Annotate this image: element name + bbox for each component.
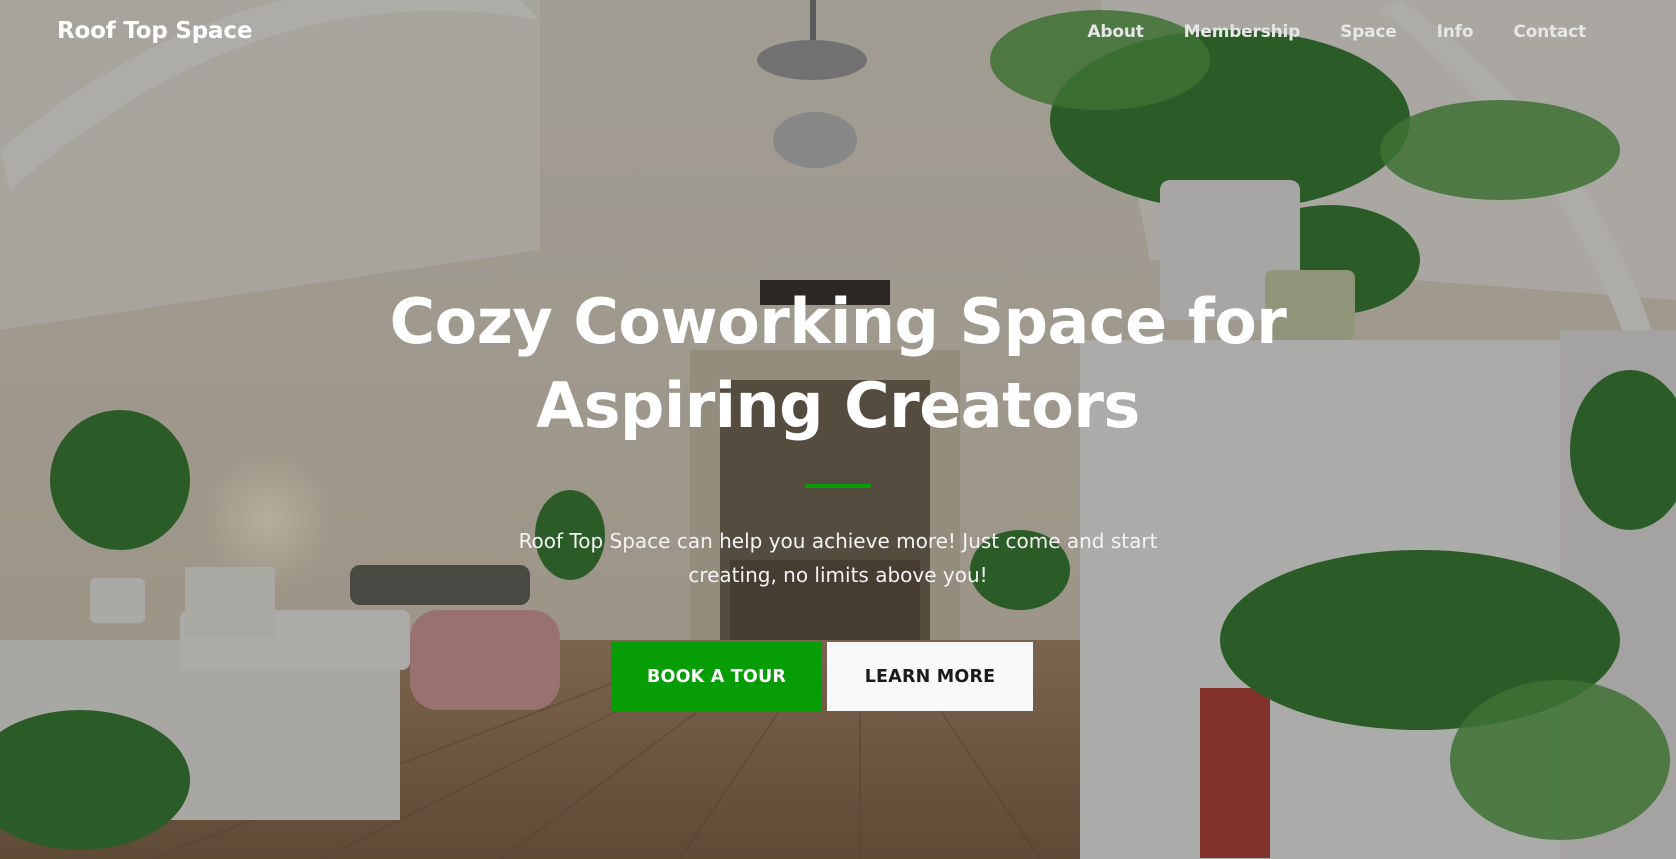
nav-link-info[interactable]: Info [1437, 22, 1474, 42]
nav-links: About Membership Space Info Contact [1087, 22, 1586, 42]
hero-divider [805, 484, 871, 488]
nav-link-about[interactable]: About [1087, 22, 1143, 42]
hero-content: Cozy Coworking Space for Aspiring Creato… [0, 280, 1676, 592]
nav-link-membership[interactable]: Membership [1184, 22, 1301, 42]
hero-subtitle: Roof Top Space can help you achieve more… [518, 529, 1158, 587]
hero-buttons: BOOK A TOUR LEARN MORE [611, 642, 1033, 711]
top-navbar: Roof Top Space About Membership Space In… [0, 0, 1676, 70]
nav-link-space[interactable]: Space [1340, 22, 1397, 42]
brand-logo[interactable]: Roof Top Space [57, 18, 252, 44]
nav-link-contact[interactable]: Contact [1513, 22, 1586, 42]
learn-more-button[interactable]: LEARN MORE [827, 642, 1033, 711]
hero-title: Cozy Coworking Space for Aspiring Creato… [389, 285, 1287, 442]
hero-section: Roof Top Space About Membership Space In… [0, 0, 1676, 859]
book-a-tour-button[interactable]: BOOK A TOUR [611, 642, 822, 711]
